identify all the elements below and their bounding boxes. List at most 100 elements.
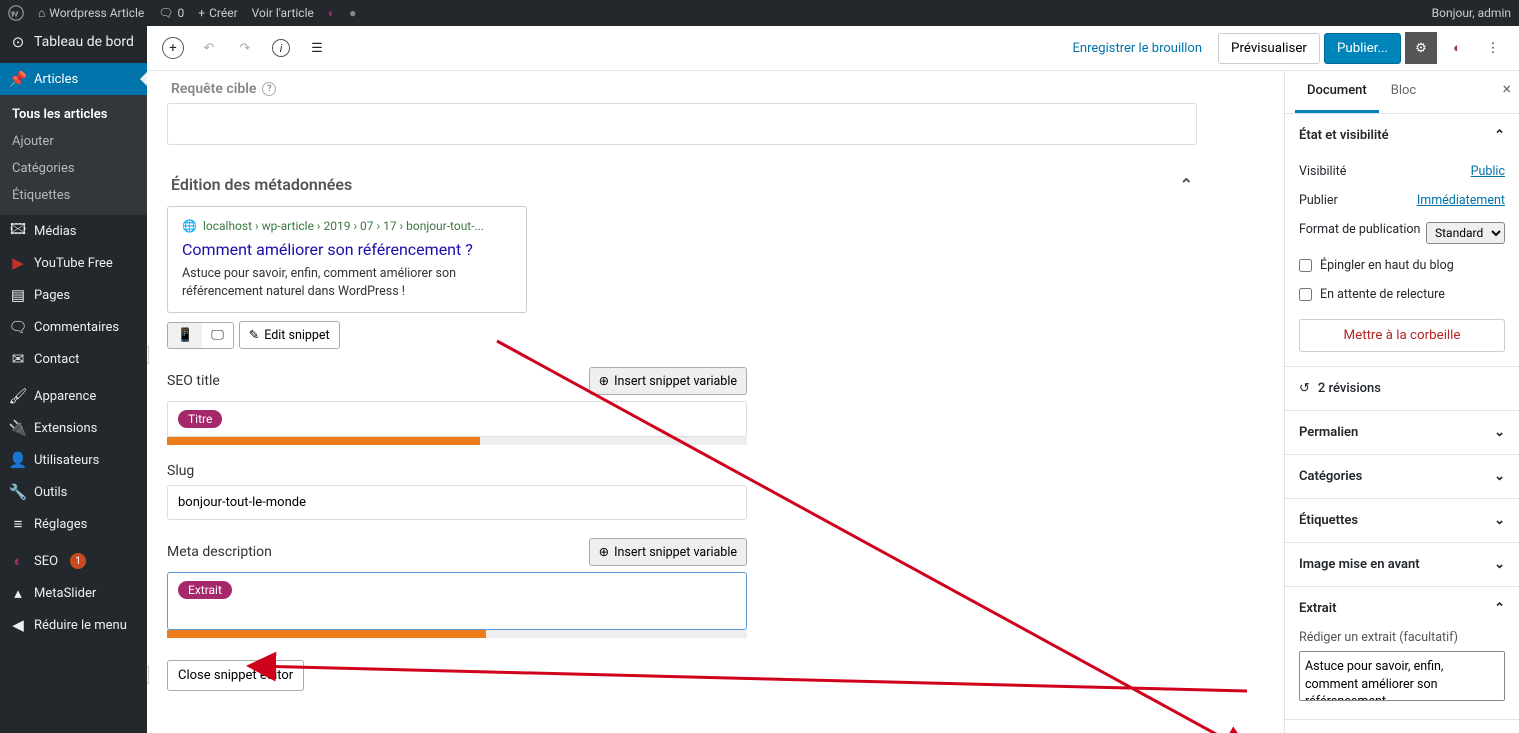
globe-icon: 🌐	[182, 219, 197, 233]
seo-title-progress	[167, 437, 480, 445]
visibility-label: Visibilité	[1299, 164, 1346, 179]
close-snippet-button[interactable]: Close snippet editor	[167, 660, 304, 691]
sidebar-item-metaslider[interactable]: ▴MetaSlider	[0, 577, 147, 609]
yoast-bar-icon[interactable]: ◐	[328, 6, 335, 20]
dot-icon[interactable]: ●	[349, 6, 356, 20]
format-select[interactable]: Standard	[1426, 222, 1505, 244]
page-icon: ▤	[10, 287, 26, 303]
view-article-link[interactable]: Voir l'article	[252, 6, 314, 20]
close-inspector-button[interactable]: ×	[1502, 79, 1511, 98]
stick-label: Épingler en haut du blog	[1320, 258, 1454, 273]
settings-toggle-button[interactable]: ⚙	[1405, 32, 1437, 64]
sidebar-item-articles[interactable]: 📌Articles	[0, 63, 147, 95]
youtube-icon: ▶	[10, 255, 26, 271]
sidebar-sub-all-articles[interactable]: Tous les articles	[0, 101, 147, 128]
info-button[interactable]: i	[265, 32, 297, 64]
sidebar-item-tools[interactable]: 🔧Outils	[0, 476, 147, 508]
pin-icon: 📌	[10, 71, 26, 87]
admin-sidebar: ⊙Tableau de bord 📌Articles Tous les arti…	[0, 26, 147, 733]
section-status[interactable]: État et visibilité⌃	[1285, 114, 1519, 157]
sidebar-item-media[interactable]: 🖾Médias	[0, 215, 147, 247]
slug-input[interactable]	[167, 485, 747, 520]
sidebar-item-settings[interactable]: ≡Réglages	[0, 508, 147, 540]
format-label: Format de publication	[1299, 222, 1420, 244]
device-mobile-tab[interactable]: 📱	[168, 323, 202, 348]
sidebar-sub-tags[interactable]: Étiquettes	[0, 182, 147, 209]
insert-var-metadesc-button[interactable]: ⊕Insert snippet variable	[589, 538, 747, 566]
yoast-toggle-button[interactable]: ◐	[1441, 32, 1473, 64]
mobile-icon: 📱	[177, 328, 193, 343]
requete-label: Requête cible	[171, 81, 256, 97]
snippet-url-text: localhost › wp-article › 2019 › 07 › 17 …	[203, 219, 484, 233]
stick-checkbox[interactable]	[1299, 259, 1312, 272]
undo-button[interactable]: ↶	[193, 32, 225, 64]
create-link[interactable]: + Créer	[198, 6, 237, 20]
mail-icon: ✉	[10, 351, 26, 367]
gauge-icon: ⊙	[10, 34, 26, 50]
pending-checkbox[interactable]	[1299, 288, 1312, 301]
plus-circle-icon: ⊕	[599, 544, 609, 560]
plus-circle-icon: ⊕	[599, 373, 609, 389]
sidebar-item-users[interactable]: 👤Utilisateurs	[0, 444, 147, 476]
metadesc-field[interactable]: Extrait	[167, 572, 747, 630]
sidebar-item-pages[interactable]: ▤Pages	[0, 279, 147, 311]
sliders-icon: ≡	[10, 516, 26, 532]
comment-icon: 🗨	[158, 6, 173, 20]
save-draft-button[interactable]: Enregistrer le brouillon	[1061, 41, 1215, 56]
sidebar-item-contact[interactable]: ✉Contact	[0, 343, 147, 375]
sidebar-item-extensions[interactable]: 🔌Extensions	[0, 412, 147, 444]
seo-title-field[interactable]: Titre	[167, 401, 747, 437]
meta-panel-title: Édition des métadonnées	[171, 175, 352, 194]
excerpt-input[interactable]	[1299, 651, 1505, 701]
insert-var-title-button[interactable]: ⊕Insert snippet variable	[589, 367, 747, 395]
trash-button[interactable]: Mettre à la corbeille	[1299, 319, 1505, 352]
sidebar-item-appearance[interactable]: 🖌Apparence	[0, 380, 147, 412]
redo-button[interactable]: ↷	[229, 32, 261, 64]
caret-left-a[interactable]: ▶	[147, 346, 149, 364]
more-button[interactable]: ⋮	[1477, 32, 1509, 64]
chevron-down-icon: ⌄	[1494, 513, 1505, 528]
metadesc-label: Meta description	[167, 544, 272, 560]
section-excerpt[interactable]: Extrait⌃	[1285, 587, 1519, 630]
sidebar-sub-add[interactable]: Ajouter	[0, 128, 147, 155]
account-link[interactable]: Bonjour, admin	[1432, 6, 1511, 20]
sidebar-item-dashboard[interactable]: ⊙Tableau de bord	[0, 26, 147, 58]
visibility-value[interactable]: Public	[1471, 164, 1505, 179]
sidebar-item-comments[interactable]: 🗨Commentaires	[0, 311, 147, 343]
tab-document[interactable]: Document	[1295, 71, 1379, 113]
sidebar-item-seo[interactable]: ◐SEO1	[0, 545, 147, 577]
sidebar-collapse[interactable]: ◀Réduire le menu	[0, 609, 147, 641]
yoast-icon: ◐	[10, 553, 26, 569]
device-desktop-tab[interactable]: 🖵	[202, 323, 233, 348]
history-icon: ↺	[1299, 381, 1310, 396]
section-featured[interactable]: Image mise en avant⌄	[1285, 543, 1519, 586]
help-icon[interactable]: ?	[262, 82, 276, 96]
extrait-chip[interactable]: Extrait	[178, 581, 232, 599]
plug-icon: 🔌	[10, 420, 26, 436]
snippet-preview: 🌐 localhost › wp-article › 2019 › 07 › 17…	[167, 206, 527, 313]
revisions-link[interactable]: ↺2 révisions	[1285, 367, 1519, 411]
chevron-down-icon: ⌄	[1494, 557, 1505, 572]
publish-value[interactable]: Immédiatement	[1417, 193, 1505, 208]
section-tags[interactable]: Étiquettes⌄	[1285, 499, 1519, 542]
preview-button[interactable]: Prévisualiser	[1218, 33, 1320, 64]
edit-snippet-button[interactable]: ✎Edit snippet	[239, 321, 340, 349]
chevron-up-icon[interactable]: ⌃	[1180, 175, 1193, 194]
sidebar-sub-categories[interactable]: Catégories	[0, 155, 147, 182]
comment-icon: 🗨	[10, 319, 26, 335]
title-chip[interactable]: Titre	[178, 410, 222, 428]
site-home-link[interactable]: ⌂ Wordpress Article	[38, 6, 144, 20]
tab-bloc[interactable]: Bloc	[1379, 71, 1428, 113]
outline-button[interactable]: ☰	[301, 32, 333, 64]
comments-link[interactable]: 🗨 0	[158, 6, 184, 20]
add-block-button[interactable]: +	[157, 32, 189, 64]
sidebar-item-youtube[interactable]: ▶YouTube Free	[0, 247, 147, 279]
pending-label: En attente de relecture	[1320, 287, 1445, 302]
caret-left-b[interactable]: ▶	[147, 666, 149, 684]
wp-logo-icon[interactable]	[8, 5, 24, 21]
publish-button[interactable]: Publier...	[1324, 33, 1401, 64]
requete-input[interactable]	[167, 103, 1197, 145]
section-permalink[interactable]: Permalien⌄	[1285, 411, 1519, 454]
gear-icon: ⚙	[1415, 41, 1427, 56]
section-categories[interactable]: Catégories⌄	[1285, 455, 1519, 498]
